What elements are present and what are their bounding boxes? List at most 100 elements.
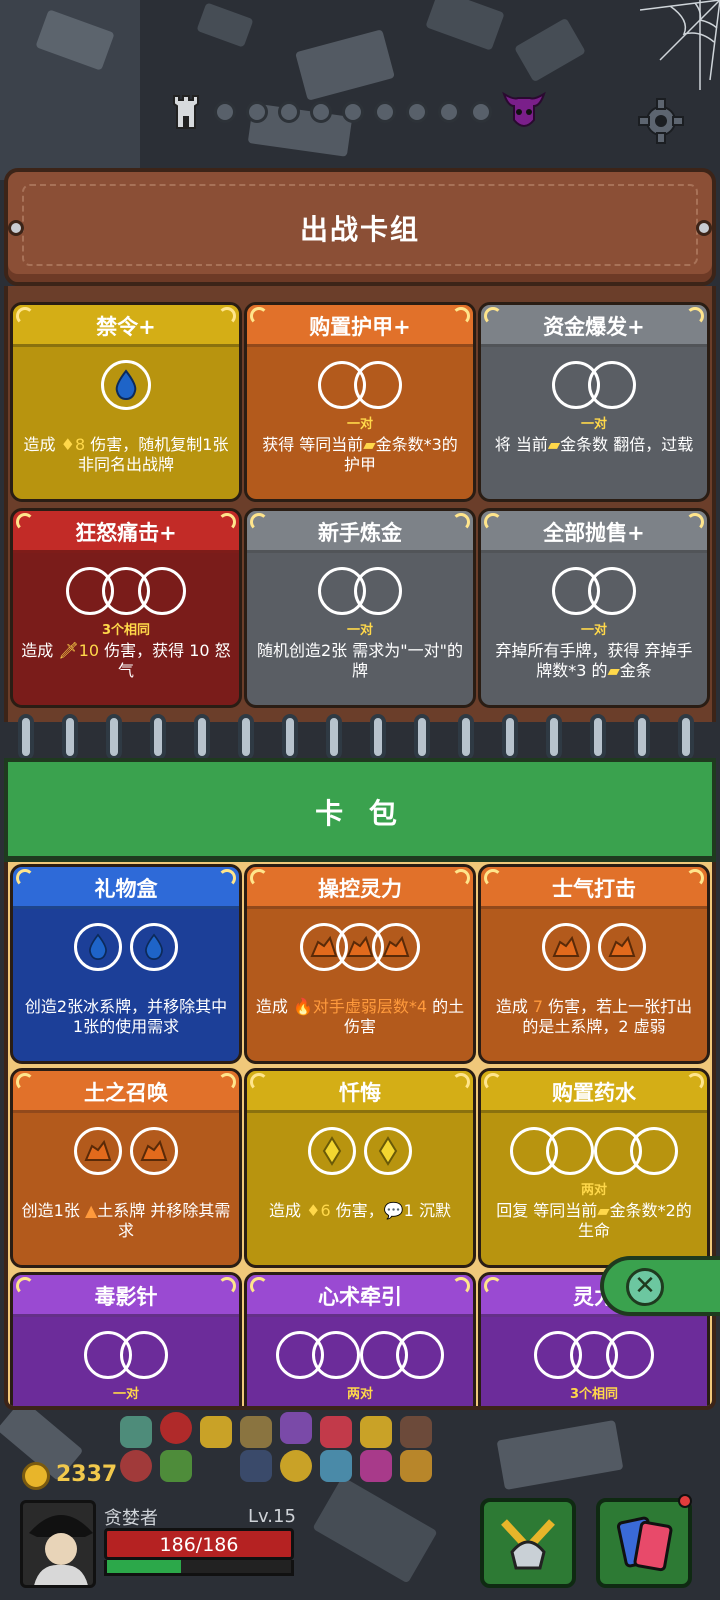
card-requirement (481, 355, 707, 415)
pack-card[interactable]: 礼物盒 创造2张冰系牌，并移除其中1张的使用需求 (10, 864, 242, 1064)
relic-demon-icon[interactable] (160, 1412, 192, 1444)
deck-card[interactable]: 购置护甲+ 一对 获得 等同当前▰金条数*3的护甲 (244, 302, 476, 502)
deck-button[interactable] (596, 1498, 692, 1588)
binding-ring-icon (282, 714, 298, 760)
pack-card[interactable]: 操控灵力 造成 🔥对手虚弱层数*4 的土伤害 (244, 864, 476, 1064)
pair-circle-icon (546, 1127, 594, 1175)
requirement-label: 一对 (112, 1387, 139, 1402)
binding-ring-icon (502, 714, 518, 760)
requirement-label: 3个相同 (569, 1387, 619, 1402)
triple-circle-icon (138, 567, 186, 615)
requirement-label: 3个相同 (101, 623, 151, 638)
card-name: 新手炼金 (318, 521, 402, 545)
pair-circle-icon (354, 567, 402, 615)
binding-ring-icon (370, 714, 386, 760)
binding-ring-icon (634, 714, 650, 760)
deck-card[interactable]: 资金爆发+ 一对 将 当前▰金条数 翻倍，过载 (478, 302, 710, 502)
card-name: 购置药水 (552, 1081, 636, 1105)
relic-sun-icon[interactable] (280, 1450, 312, 1482)
relic-claw-icon[interactable] (240, 1416, 272, 1448)
battle-button[interactable] (480, 1498, 576, 1588)
player-name: 贪婪者 (104, 1508, 158, 1529)
pack-card[interactable]: 心术牵引 两对 (244, 1272, 476, 1406)
relic-flower-icon[interactable] (360, 1450, 392, 1482)
card-requirement (13, 355, 239, 415)
card-requirement (13, 1325, 239, 1385)
gold-amount: 2337 (56, 1462, 118, 1487)
relic-bag-icon[interactable] (360, 1416, 392, 1448)
requirement-label: 一对 (580, 623, 607, 638)
crossed-swords-helmet-icon (501, 1519, 555, 1570)
relic-dragon-icon[interactable] (160, 1450, 192, 1482)
stage-dot (214, 101, 236, 123)
relic-cup-icon[interactable] (320, 1450, 352, 1482)
card-description: 造成 🔥对手虚弱层数*4 的土伤害 (255, 997, 465, 1036)
pack-grid[interactable]: 礼物盒 创造2张冰系牌，并移除其中1张的使用需求 操控灵力 造成 🔥对手虚弱层数… (4, 862, 716, 1410)
binding-ring-icon (18, 714, 34, 760)
pack-card[interactable]: 购置药水 两对 回复 等同当前▰金条数*2的生命 (478, 1068, 710, 1268)
close-button[interactable]: ✕ (600, 1256, 720, 1316)
relic-gem-icon[interactable] (400, 1416, 432, 1448)
card-description: 造成 ♦8 伤害，随机复制1张非同名出战牌 (23, 435, 229, 474)
card-description: 造成 7 伤害，若上一张打出的是土系牌，2 虚弱 (495, 997, 693, 1036)
card-description: 弃掉所有手牌，获得 弃掉手牌数*3 的▰金条 (495, 641, 693, 680)
deck-card[interactable]: 全部抛售+ 一对 弃掉所有手牌，获得 弃掉手牌数*3 的▰金条 (478, 508, 710, 708)
card-name: 购置护甲+ (309, 315, 411, 339)
card-requirement (13, 917, 239, 977)
binding-ring-icon (458, 714, 474, 760)
card-name: 禁令+ (96, 315, 156, 339)
water-drop-icon (74, 923, 122, 971)
card-description: 创造2张冰系牌，并移除其中1张的使用需求 (24, 997, 228, 1036)
yellow-diamond-icon (308, 1127, 356, 1175)
requirement-label: 两对 (580, 1183, 607, 1198)
player-avatar[interactable] (20, 1500, 96, 1588)
relic-star-icon[interactable] (200, 1416, 232, 1448)
triple-circle-icon (606, 1331, 654, 1379)
relic-orb-icon[interactable] (240, 1450, 272, 1482)
relic-bottle-icon[interactable] (120, 1416, 152, 1448)
requirement-label: 一对 (346, 623, 373, 638)
relic-bar[interactable] (100, 1412, 460, 1486)
stage-dot (342, 101, 364, 123)
deck-card[interactable]: 狂怒痛击+ 3个相同 造成 🗡10 伤害，获得 10 怒气 (10, 508, 242, 708)
hp-bar: 186/186 (104, 1528, 294, 1560)
relic-skull-icon[interactable] (120, 1450, 152, 1482)
cards-icon (616, 1516, 673, 1572)
hp-text: 186/186 (159, 1534, 239, 1556)
pack-card[interactable]: 忏悔 造成 ♦6 伤害，💬1 沉默 (244, 1068, 476, 1268)
relic-heart-icon[interactable] (320, 1416, 352, 1448)
deck-header: 出战卡组 (4, 168, 716, 286)
card-requirement (247, 561, 473, 621)
spiral-binding (4, 714, 716, 760)
water-drop-icon (101, 360, 151, 410)
pack-card[interactable]: 士气打击 造成 7 伤害，若上一张打出的是土系牌，2 虚弱 (478, 864, 710, 1064)
stage-progress (160, 90, 560, 134)
card-requirement (481, 1121, 707, 1181)
card-name: 资金爆发+ (543, 315, 645, 339)
binding-ring-icon (546, 714, 562, 760)
earth-rock-icon (372, 923, 420, 971)
settings-gear-icon[interactable] (636, 96, 686, 146)
card-name: 毒影针 (94, 1285, 158, 1309)
relic-lock-icon[interactable] (400, 1450, 432, 1482)
card-requirement (247, 1325, 473, 1385)
deck-card[interactable]: 新手炼金 一对 随机创造2张 需求为"一对"的牌 (244, 508, 476, 708)
card-description: 造成 ♦6 伤害，💬1 沉默 (269, 1201, 451, 1220)
pair-circle-icon (588, 567, 636, 615)
boss-demon-icon (500, 90, 548, 134)
deck-card[interactable]: 禁令+ 造成 ♦8 伤害，随机复制1张非同名出战牌 (10, 302, 242, 502)
card-name: 心术牵引 (318, 1285, 402, 1309)
relic-shield-icon[interactable] (280, 1412, 312, 1444)
binding-ring-icon (678, 714, 694, 760)
pack-card[interactable]: 毒影针 一对 (10, 1272, 242, 1406)
card-name: 狂怒痛击+ (75, 521, 177, 545)
pack-title: 卡 包 (315, 797, 405, 830)
stage-dot (470, 101, 492, 123)
earth-rock-icon (598, 923, 646, 971)
card-requirement (247, 917, 473, 977)
card-requirement (13, 1121, 239, 1181)
pack-card[interactable]: 土之召唤 创造1张 ▲土系牌 并移除其需求 (10, 1068, 242, 1268)
stage-dot (374, 101, 396, 123)
binding-ring-icon (238, 714, 254, 760)
stage-dot (310, 101, 332, 123)
